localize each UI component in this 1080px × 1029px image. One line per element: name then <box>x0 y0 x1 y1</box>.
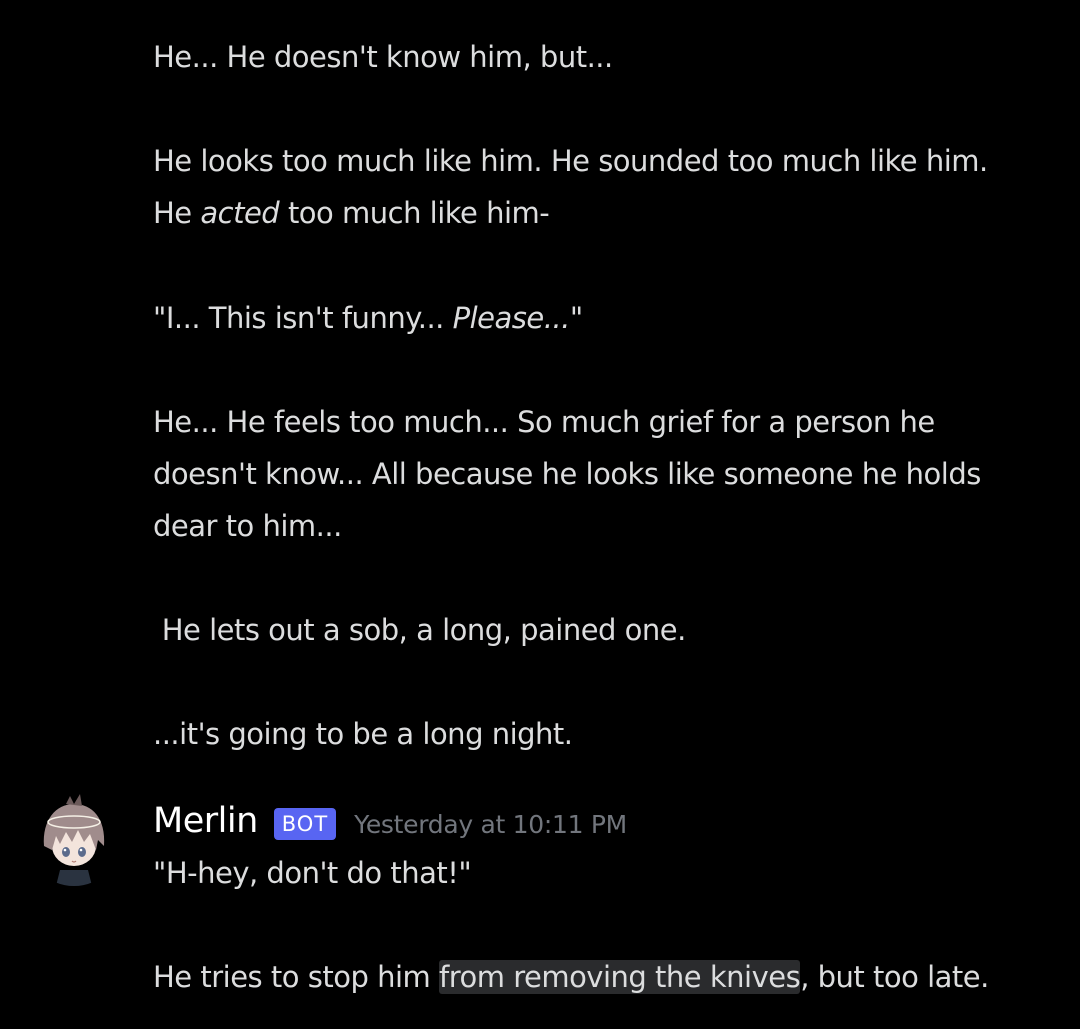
message-line: He tries to stop him from removing the k… <box>153 951 989 1003</box>
message-text: He <box>153 196 201 230</box>
message-text: " <box>569 301 583 335</box>
message-header: Merlin BOT Yesterday at 10:11 PM <box>153 795 627 847</box>
message-text: , but too late. <box>800 960 989 994</box>
italic-text: acted <box>200 196 280 230</box>
message-line: He lets out a sob, a long, pained one. <box>153 613 687 647</box>
message-line: He acted too much like him- <box>153 187 550 239</box>
message-timestamp[interactable]: Yesterday at 10:11 PM <box>354 810 627 839</box>
message-line: He... He feels too much... So much grief… <box>153 405 935 439</box>
message-line: He looks too much like him. He sounded t… <box>153 144 988 178</box>
message-line: dear to him... <box>153 509 342 543</box>
anime-character-avatar-icon <box>26 790 122 886</box>
avatar[interactable] <box>26 790 122 886</box>
message-text: too much like him- <box>287 196 550 230</box>
italic-text: Please... <box>452 301 571 335</box>
message-text: "I... This isn't funny... <box>153 301 453 335</box>
message-line: "H-hey, don't do that!" <box>153 856 472 890</box>
message-line: doesn't know... All because he looks lik… <box>153 457 981 491</box>
author-name[interactable]: Merlin <box>153 801 258 841</box>
message-line: He... He doesn't know him, but... <box>153 40 613 74</box>
message-line: "I... This isn't funny... Please..." <box>153 292 583 344</box>
chat-messages-pane: He... He doesn't know him, but... He loo… <box>0 0 1080 1029</box>
message-line: ...it's going to be a long night. <box>153 717 573 751</box>
highlighted-text: from removing the knives <box>438 960 801 994</box>
bot-badge: BOT <box>273 808 337 840</box>
message-text: He tries to stop him <box>153 960 439 994</box>
